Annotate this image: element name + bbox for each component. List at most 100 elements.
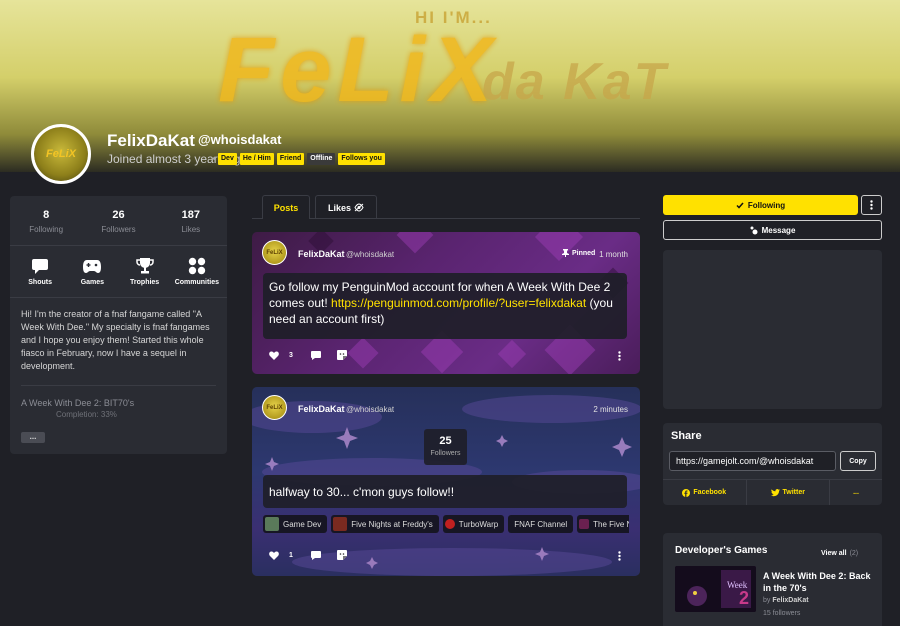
nav-communities[interactable]: Communities [172,256,222,297]
developer-games-panel: Developer's Games View all (2) Week 2 A W… [663,533,882,626]
tab-likes[interactable]: Likes [315,195,377,219]
stat-likes[interactable]: 187 Likes [161,209,221,245]
banner-felix-text: FeLiX [218,19,499,121]
share-buttons: Facebook Twitter ... [663,479,882,505]
community-thumb [579,519,590,529]
community-chip-label: FNAF Channel [514,519,568,529]
tab-likes-label: Likes [327,202,351,213]
share-more-label: ... [853,489,859,496]
ad-placeholder [663,250,882,409]
followers-count-value: 25 [439,435,452,447]
sticker-icon[interactable] [336,350,347,360]
trophy-icon [135,258,154,274]
hide-icon [354,203,364,212]
community-thumb [444,519,455,529]
stat-following-label: Following [29,225,64,234]
nav-shouts[interactable]: Shouts [15,256,65,297]
profile-bio: Hi! I'm the creator of a fnaf fangame ca… [21,309,210,372]
view-all-label: View all [821,550,847,557]
community-chip-label: TurboWarp [458,519,499,529]
post-author-handle: @whoisdakat [346,405,395,414]
comment-icon[interactable] [310,350,321,360]
post-menu-icon[interactable] [618,351,621,361]
profile-menu-button[interactable] [861,195,882,215]
post-actions: 1 [269,550,347,560]
twitter-icon [770,488,780,496]
nav-trophies-label: Trophies [130,279,160,286]
like-count: 1 [289,551,293,559]
game-thumbnail[interactable]: Week 2 [675,566,756,612]
post-menu-icon[interactable] [618,551,621,561]
share-title: Share [671,430,702,442]
post-author-name[interactable]: FelixDaKat [298,249,345,259]
profile-nav: Shouts Games Trophies Communities [10,246,227,298]
post-text: halfway to 30... c'mon guys follow!! [269,485,455,499]
feed-post[interactable]: FeLiX FelixDaKat @whoisdakat Pinned 1 mo… [252,232,640,374]
community-chips: Game Dev Five Nights at Freddy's TurboWa… [263,515,629,533]
share-panel: Share https://gamejolt.com/@whoisdakat C… [663,423,882,505]
feed-tabs: Posts Likes [252,195,640,219]
share-twitter-button[interactable]: Twitter [747,480,830,505]
game-thumbnail-art: Week 2 [675,566,756,612]
like-count: 3 [289,351,293,359]
trophy-game-title[interactable]: A Week With Dee 2: BIT70's [10,386,227,408]
profile-avatar[interactable]: FeLiX [31,124,91,184]
post-author-handle: @whoisdakat [346,250,395,259]
post-author-avatar[interactable]: FeLiX [262,240,287,265]
community-chip[interactable]: Game Dev [263,515,328,533]
feed-post[interactable]: FeLiX FelixDaKat @whoisdakat 2 minutes 2… [252,387,640,576]
tag-pronouns: He / Him [239,153,274,165]
like-icon[interactable] [269,351,279,360]
game-title[interactable]: A Week With Dee 2: Back in the 70's [763,570,873,594]
stat-followers-label: Followers [101,225,136,234]
comment-icon[interactable] [310,550,321,560]
following-button-label: Following [747,200,786,210]
profile-handle: @whoisdakat [198,132,282,147]
community-chip[interactable]: The Five Nig [577,515,629,533]
stat-followers[interactable]: 26 Followers [88,209,148,245]
post-author-name[interactable]: FelixDaKat [298,404,345,414]
community-chip-label: Game Dev [283,519,322,529]
stat-likes-label: Likes [181,225,201,234]
nav-games[interactable]: Games [67,256,117,297]
tag-dev: Dev [218,153,237,165]
pinned-label: Pinned [572,249,596,257]
community-thumb [333,517,348,531]
sticker-icon[interactable] [336,550,347,560]
twitter-label: Twitter [782,489,805,496]
separator-dot [213,157,216,160]
pin-icon [562,249,569,257]
share-facebook-button[interactable]: Facebook [663,480,747,505]
tab-posts[interactable]: Posts [262,195,310,219]
game-developer: by FelixDaKat [763,597,809,604]
stat-following[interactable]: 8 Following [16,209,76,245]
more-vertical-icon [870,200,873,210]
trophy-game-completion: Completion: 33% [56,410,117,420]
following-button[interactable]: Following [663,195,858,215]
post-link[interactable]: https://penguinmod.com/profile/?user=fel… [331,296,586,310]
post-time[interactable]: 1 month [599,250,628,259]
profile-tags: Dev He / Him Friend Offline Follows you [218,153,385,165]
check-icon [736,202,744,209]
community-chip[interactable]: FNAF Channel [508,515,574,533]
message-button[interactable]: Message [663,220,882,240]
share-more-button[interactable]: ... [830,480,882,505]
like-icon[interactable] [269,551,279,560]
post-time[interactable]: 2 minutes [593,405,628,414]
game-by-prefix: by [763,597,771,604]
community-chip[interactable]: Five Nights at Freddy's [331,515,439,533]
share-url-field[interactable]: https://gamejolt.com/@whoisdakat [669,451,836,471]
post-author-avatar[interactable]: FeLiX [262,395,287,420]
community-chip[interactable]: TurboWarp [442,515,505,533]
banner-dakat-text: da KaT [482,53,668,111]
profile-sidebar: 8 Following 26 Followers 187 Likes Shout… [10,196,227,454]
copy-button[interactable]: Copy [840,451,876,471]
nav-trophies[interactable]: Trophies [120,256,170,297]
stat-following-value: 8 [43,209,50,221]
profile-stats: 8 Following 26 Followers 187 Likes [10,196,227,246]
game-developer-name[interactable]: FelixDaKat [772,597,808,604]
profile-name: FelixDaKat [107,131,195,150]
stat-likes-value: 187 [181,209,200,221]
show-more-button[interactable]: ... [21,432,45,443]
view-all-link[interactable]: View all (2) [821,550,858,557]
